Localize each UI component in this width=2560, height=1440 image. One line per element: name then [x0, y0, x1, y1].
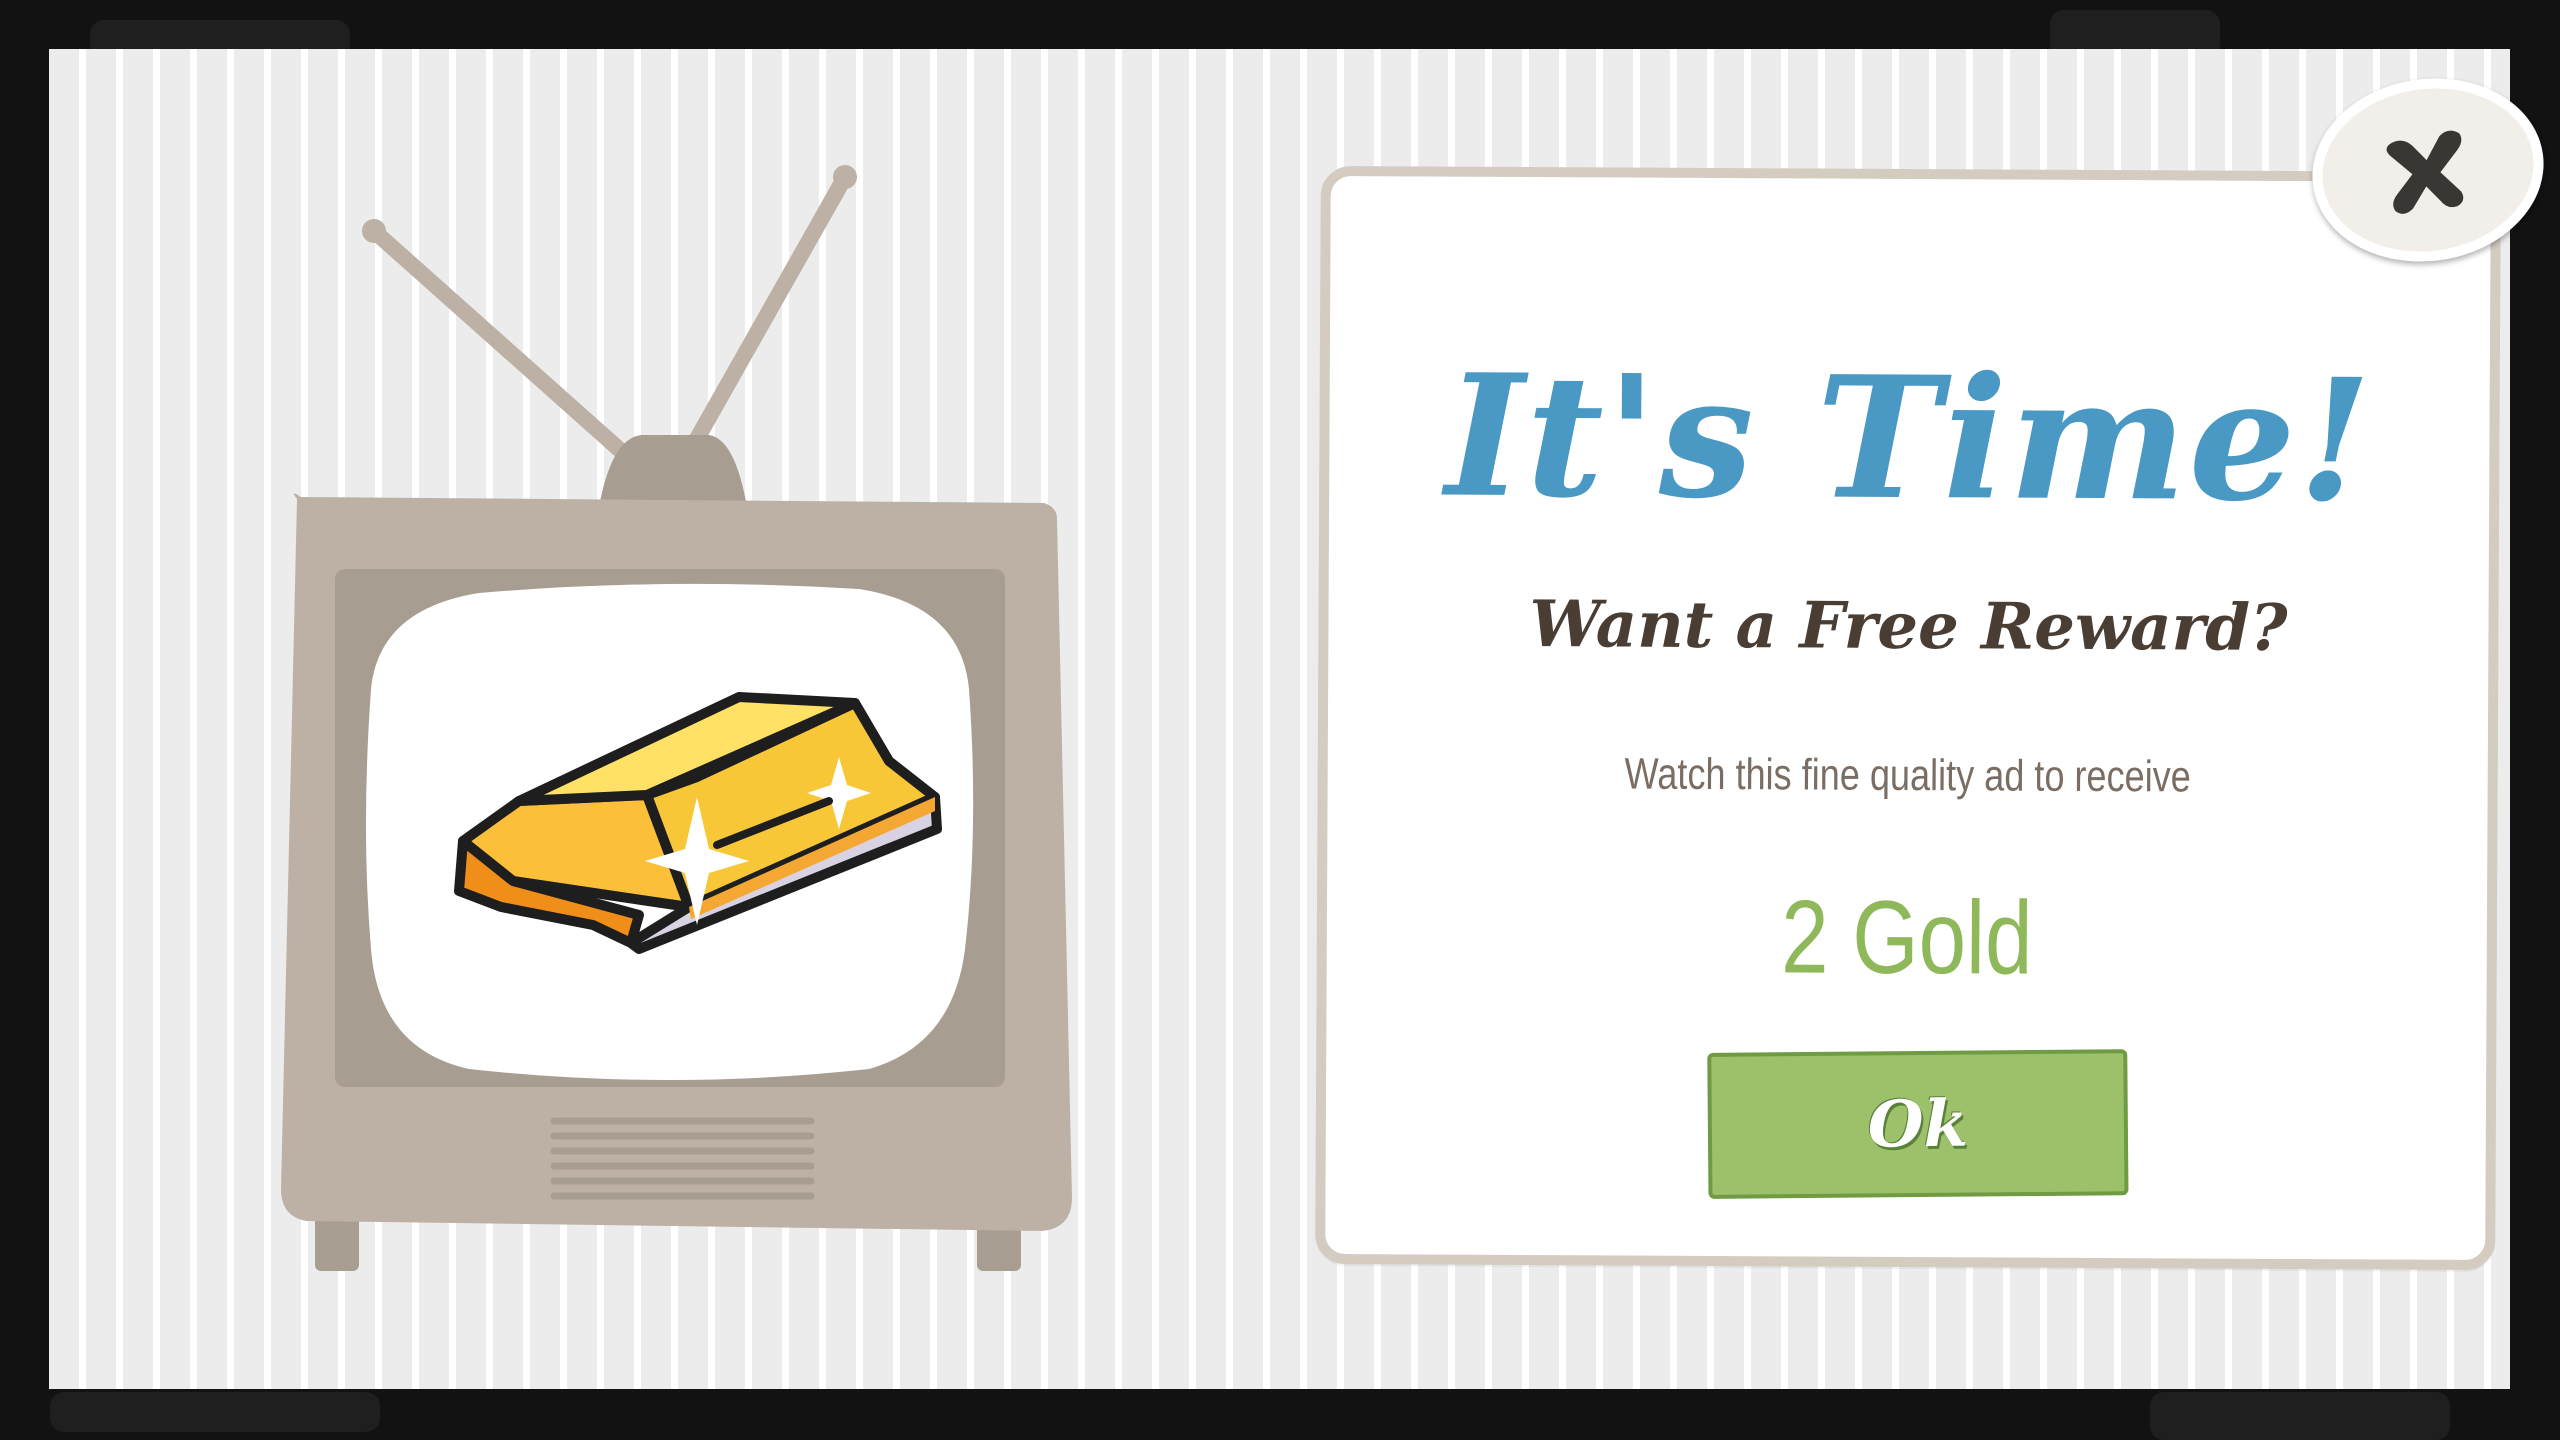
- background-panel: [50, 1392, 380, 1432]
- modal-subtitle: Want a Free Reward?: [1529, 587, 2288, 666]
- reward-description: Watch this fine quality ad to receive: [1624, 749, 2191, 802]
- modal-title: It's Time!: [1444, 336, 2374, 540]
- close-x-icon: [2386, 130, 2464, 214]
- reward-ad-modal: It's Time! Want a Free Reward? Watch thi…: [49, 49, 2556, 1389]
- background-panel: [2150, 1392, 2450, 1440]
- reward-amount: 2 Gold: [1780, 879, 2033, 997]
- reward-card: It's Time! Want a Free Reward? Watch thi…: [1315, 165, 2501, 1271]
- ok-button-label: Ok: [1867, 1086, 1969, 1162]
- tv-illustration: [49, 49, 1299, 1389]
- ok-button[interactable]: Ok: [1707, 1049, 2129, 1199]
- tv-icon: [281, 165, 1072, 1271]
